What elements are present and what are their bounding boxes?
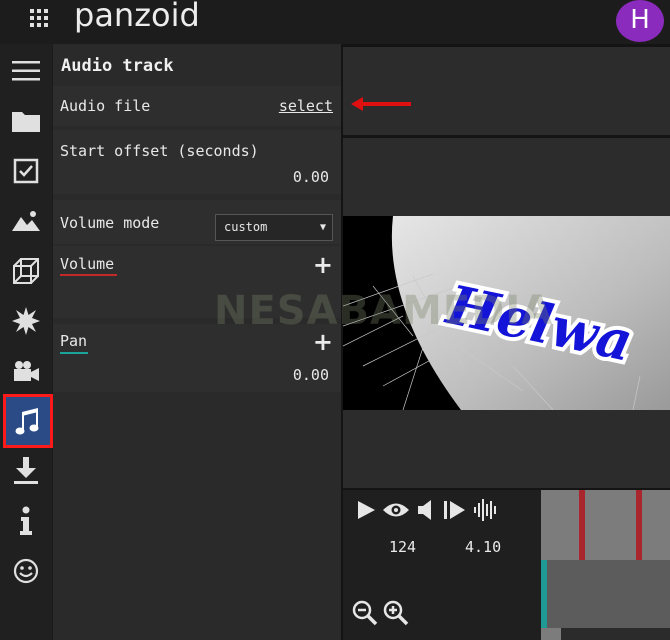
burst-icon [12,307,40,335]
playhead-marker[interactable] [579,490,585,560]
audio-clip-handle[interactable] [541,560,547,628]
tool-sidebar [0,44,53,640]
folder-icon [12,112,40,132]
cube-icon [13,258,39,284]
timeline-controls: 124 4.10 [343,490,541,640]
frame-counter: 124 [389,538,417,556]
info-button[interactable] [0,496,52,546]
audio-clip[interactable] [541,560,670,628]
volume-mode-row: Volume mode custom ▼ [53,200,341,244]
volume-label: Volume [60,255,115,273]
volume-row: Volume + [53,246,341,318]
project-button[interactable] [0,96,52,146]
hamburger-icon [12,61,40,81]
volume-mode-value: custom [224,220,268,234]
pan-label: Pan [60,332,88,350]
timeline-scrollbar[interactable] [561,628,670,640]
timeline-track-area[interactable] [541,490,670,640]
volume-mode-label: Volume mode [60,214,160,232]
audio-file-label: Audio file [60,97,151,115]
zoom-in-icon[interactable] [383,600,409,626]
zoom-out-icon[interactable] [352,600,378,626]
preview-canvas[interactable]: Helwa Helwa [343,216,670,410]
pan-value[interactable]: 0.00 [293,366,329,384]
backgrounds-button[interactable] [0,196,52,246]
annotation-arrow-icon [351,97,411,111]
audio-button[interactable] [3,394,53,448]
start-offset-row: Start offset (seconds) 0.00 [53,130,341,194]
select-audio-file-link[interactable]: select [279,97,333,115]
pan-underline [60,352,88,354]
checkbox-icon [13,158,39,184]
play-icon[interactable] [355,499,377,521]
3d-objects-button[interactable] [0,246,52,296]
effects-button[interactable] [0,296,52,346]
add-pan-keyframe-icon[interactable]: + [313,330,333,354]
eye-icon[interactable] [382,499,410,521]
top-bar: panzoid H [0,0,670,44]
preview-area: Helwa Helwa 124 4.10 [341,44,670,640]
audio-file-row: Audio file select [53,86,341,126]
add-volume-keyframe-icon[interactable]: + [313,253,333,277]
audio-file-area [343,47,670,135]
smiley-icon [13,558,39,584]
panel-title: Audio track [61,56,174,76]
scene-render: Helwa Helwa [343,216,670,410]
music-note-icon [15,408,39,435]
download-icon [14,457,38,484]
step-forward-icon[interactable] [443,499,467,521]
start-offset-label: Start offset (seconds) [60,142,259,160]
camera-icon [14,361,39,381]
camera-button[interactable] [0,346,52,396]
user-avatar[interactable]: H [616,0,664,42]
panzoid-logo[interactable]: panzoid [74,0,200,34]
waveform-icon[interactable] [473,497,499,523]
image-icon [12,211,40,231]
audio-track-panel: Audio track Audio file select Start offs… [53,44,341,640]
feedback-button[interactable] [0,546,52,596]
keyframe-marker[interactable] [636,490,642,560]
pan-row: Pan + 0.00 [53,324,341,392]
dropdown-arrow-icon: ▼ [319,222,326,233]
preview-bottom-bar [343,410,670,488]
tasks-button[interactable] [0,146,52,196]
volume-underline [60,274,117,276]
export-button[interactable] [0,446,52,496]
time-counter: 4.10 [465,538,502,556]
hamburger-menu-button[interactable] [0,46,52,96]
info-icon [20,506,32,535]
apps-grid-icon[interactable] [28,7,50,29]
start-offset-value[interactable]: 0.00 [293,168,329,186]
speaker-icon[interactable] [417,499,437,521]
volume-mode-select[interactable]: custom ▼ [215,214,333,241]
preview-top-bar [343,138,670,216]
